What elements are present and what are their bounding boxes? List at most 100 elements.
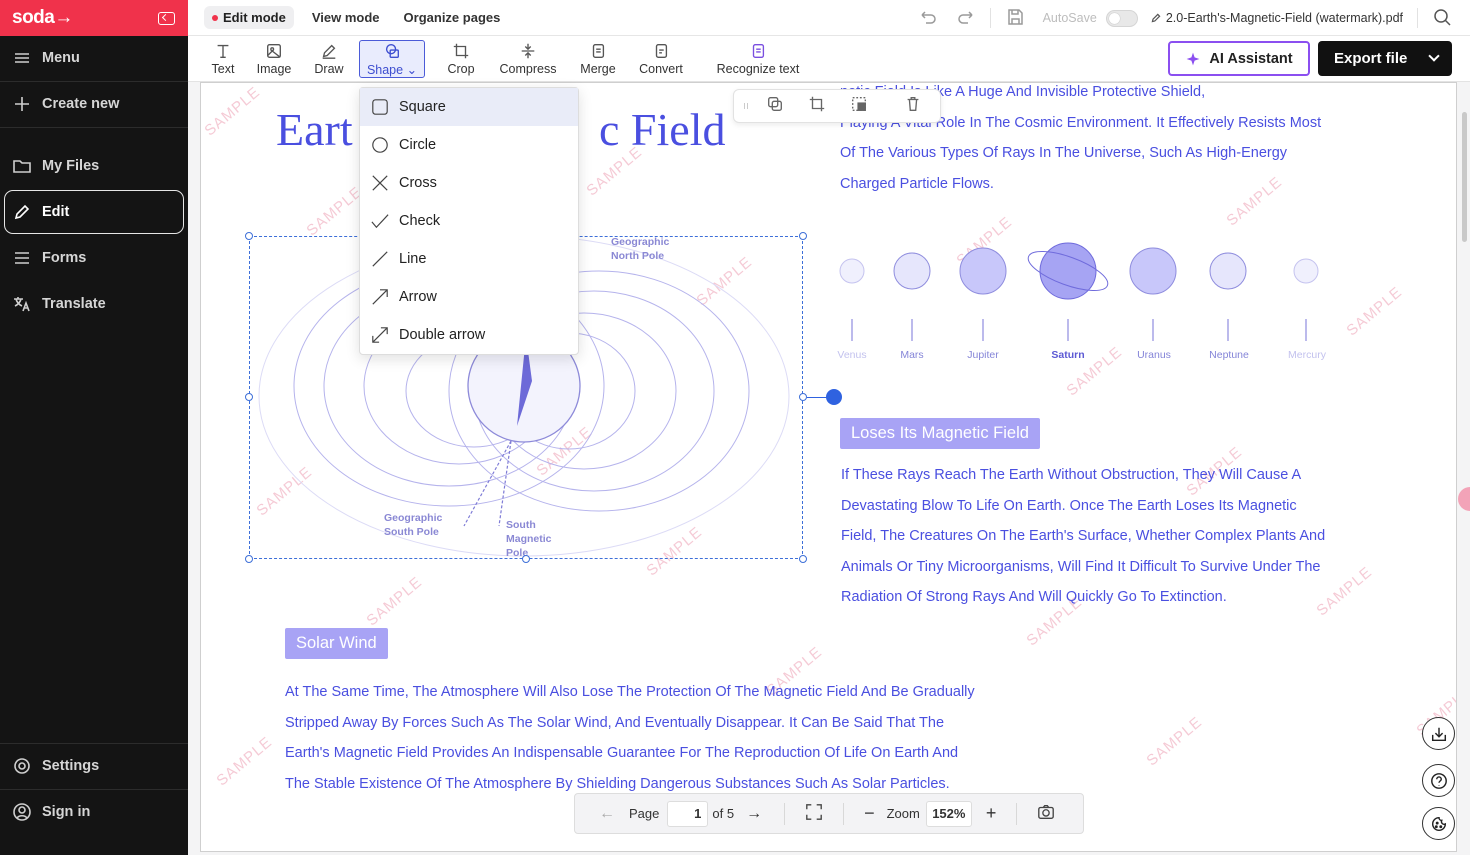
resize-handle[interactable] (799, 555, 807, 563)
list-icon (15, 252, 29, 264)
sign-in-button[interactable]: Sign in (12, 802, 188, 822)
shape-circle-option[interactable]: Circle (360, 126, 578, 164)
plus-icon (15, 97, 29, 111)
zoom-out-icon[interactable]: − (864, 803, 875, 824)
tool-draw[interactable]: Draw (310, 40, 348, 78)
sidebar-item-edit[interactable]: Edit (12, 202, 188, 222)
download-icon[interactable] (1422, 717, 1455, 750)
crop-icon[interactable] (808, 95, 826, 118)
tool-compress[interactable]: Compress (494, 40, 562, 78)
tool-merge[interactable]: Merge (576, 40, 620, 78)
search-icon[interactable] (1432, 7, 1452, 30)
convert-icon (655, 44, 668, 58)
autosave-toggle[interactable] (1105, 9, 1138, 27)
doc-title-left[interactable]: Eart (276, 103, 353, 156)
next-page-icon[interactable]: → (746, 805, 762, 823)
top-bar: Edit mode View mode Organize pages AutoS… (188, 0, 1470, 36)
delete-icon[interactable] (904, 95, 922, 118)
redo-icon[interactable] (956, 7, 976, 30)
shape-check-option[interactable]: Check (360, 202, 578, 240)
draw-pen-icon (322, 44, 336, 59)
watermark: SAMPLE (1143, 713, 1206, 770)
sidebar-item-label: Edit (42, 204, 70, 220)
duplicate-icon[interactable] (766, 95, 784, 118)
watermark: SAMPLE (1343, 283, 1406, 340)
ai-assistant-button[interactable]: AI Assistant (1168, 41, 1310, 76)
menu-button[interactable]: Menu (12, 48, 188, 68)
view-mode-tab[interactable]: View mode (312, 10, 380, 25)
doc-title-right[interactable]: c Field (599, 103, 725, 156)
shape-line-option[interactable]: Line (360, 240, 578, 278)
check-icon (371, 214, 389, 229)
cross-icon (372, 175, 388, 191)
resize-handle[interactable] (245, 393, 253, 401)
tool-recognize-text[interactable]: Recognize text (712, 40, 804, 78)
tool-image[interactable]: Image (252, 40, 296, 78)
shape-square-option[interactable]: Square (360, 88, 578, 126)
tool-label: Text (211, 62, 235, 76)
watermark: SAMPLE (303, 183, 366, 240)
undo-icon[interactable] (918, 7, 938, 30)
shape-double-arrow-option[interactable]: Double arrow (360, 316, 578, 354)
edit-toolbar: Text Image Draw Shape ⌄ Crop Compress Me… (188, 36, 1470, 82)
ai-assistant-label: AI Assistant (1209, 50, 1293, 67)
circle-icon (372, 137, 388, 153)
drag-handle-icon[interactable] (734, 97, 758, 115)
tool-label: Merge (580, 62, 616, 76)
organize-pages-tab[interactable]: Organize pages (404, 10, 501, 25)
resize-handle[interactable] (245, 232, 253, 240)
file-name[interactable]: 2.0-Earth's-Magnetic-Field (watermark).p… (1150, 11, 1403, 25)
help-icon[interactable] (1422, 764, 1455, 797)
save-icon[interactable] (1005, 7, 1025, 30)
zoom-input[interactable]: 152% (925, 800, 972, 827)
tool-convert[interactable]: Convert (634, 40, 688, 78)
resize-handle[interactable] (799, 393, 807, 401)
watermark: SAMPLE (213, 733, 276, 790)
cookie-icon[interactable] (1422, 807, 1455, 840)
layer-icon[interactable] (850, 95, 868, 118)
sidebar-item-forms[interactable]: Forms (12, 248, 188, 268)
sidebar-item-my-files[interactable]: My Files (12, 156, 188, 176)
prev-page-icon[interactable]: ← (599, 805, 615, 823)
logo[interactable]: soda→ (12, 7, 73, 29)
tool-crop[interactable]: Crop (444, 40, 478, 78)
fullscreen-icon[interactable] (805, 803, 823, 824)
resize-handle[interactable] (245, 555, 253, 563)
shape-cross-option[interactable]: Cross (360, 164, 578, 202)
tool-label: Convert (639, 62, 683, 76)
autosave-label: AutoSave (1042, 11, 1097, 25)
export-file-button[interactable]: Export file (1318, 41, 1452, 76)
collapse-sidebar-icon[interactable] (158, 11, 175, 25)
planet-label: Neptune (1209, 349, 1249, 361)
heading-solar-wind[interactable]: Solar Wind (285, 628, 388, 659)
planet-label: Venus (837, 349, 867, 361)
edit-mode-label: Edit mode (223, 10, 286, 25)
page-number-input[interactable]: 1 (667, 800, 709, 827)
paragraph-middle[interactable]: If These Rays Reach The Earth Without Ob… (841, 460, 1325, 613)
sparkle-icon (1186, 52, 1200, 65)
resize-handle[interactable] (799, 232, 807, 240)
paragraph-bottom[interactable]: At The Same Time, The Atmosphere Will Al… (285, 677, 975, 799)
tool-shape[interactable]: Shape ⌄ (359, 40, 425, 78)
merge-icon (592, 44, 605, 58)
settings-button[interactable]: Settings (12, 756, 188, 776)
page-count: of 5 (712, 806, 735, 821)
edit-mode-tab[interactable]: Edit mode (204, 6, 294, 29)
zoom-in-icon[interactable]: + (986, 803, 997, 824)
tool-text[interactable]: Text (206, 40, 240, 78)
shape-arrow-option[interactable]: Arrow (360, 278, 578, 316)
create-new-button[interactable]: Create new (12, 94, 188, 114)
double-arrow-icon (372, 327, 388, 343)
camera-icon[interactable] (1037, 803, 1055, 824)
resize-handle[interactable] (522, 555, 530, 563)
shape-dropdown: Square Circle Cross Check Line Arrow Dou… (359, 87, 579, 355)
app-root: soda→ Menu Create new My Files Edit Form… (0, 0, 1470, 855)
chevron-down-icon[interactable] (1428, 50, 1440, 62)
sidebar-item-translate[interactable]: Translate (12, 294, 188, 314)
tool-label: Compress (499, 62, 557, 76)
rotate-handle-icon[interactable] (826, 389, 842, 405)
heading-loses-magnetic-field[interactable]: Loses Its Magnetic Field (840, 418, 1040, 449)
scrollbar-thumb[interactable] (1462, 112, 1467, 242)
crop-icon (453, 43, 469, 59)
sign-in-label: Sign in (42, 804, 91, 820)
